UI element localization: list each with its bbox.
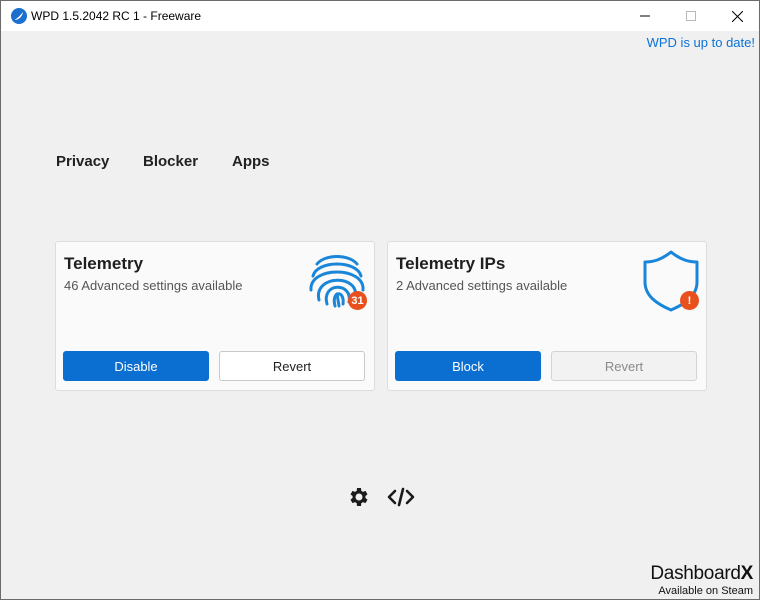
window-title: WPD 1.5.2042 RC 1 - Freeware xyxy=(31,9,202,23)
close-icon xyxy=(731,10,743,22)
nav-item-privacy[interactable]: Privacy xyxy=(56,153,109,170)
app-window: WPD 1.5.2042 RC 1 - Freeware WPD is up t… xyxy=(0,0,760,600)
code-icon[interactable] xyxy=(387,485,415,509)
nav-item-apps[interactable]: Apps xyxy=(232,153,270,170)
brand-name-part: Dashboard xyxy=(650,563,741,584)
card-subtitle[interactable]: 46 Advanced settings available xyxy=(64,278,243,293)
minimize-icon xyxy=(640,15,650,17)
maximize-icon xyxy=(686,11,696,21)
revert-button-disabled[interactable]: Revert xyxy=(551,351,697,381)
nav-item-blocker[interactable]: Blocker xyxy=(143,153,198,170)
revert-button[interactable]: Revert xyxy=(219,351,365,381)
minimize-button[interactable] xyxy=(622,1,668,31)
card-subtitle[interactable]: 2 Advanced settings available xyxy=(396,278,567,293)
disable-button[interactable]: Disable xyxy=(63,351,209,381)
telemetry-card: Telemetry 46 Advanced settings available… xyxy=(55,241,375,391)
close-button[interactable] xyxy=(714,1,759,31)
title-bar[interactable]: WPD 1.5.2042 RC 1 - Freeware xyxy=(1,1,759,31)
card-title: Telemetry xyxy=(64,254,144,273)
brand-subtitle: Available on Steam xyxy=(658,585,753,597)
settings-gear-icon[interactable] xyxy=(346,485,370,509)
telemetry-count-badge: 31 xyxy=(348,291,367,310)
block-button[interactable]: Block xyxy=(395,351,541,381)
maximize-button[interactable] xyxy=(668,1,714,31)
card-title: Telemetry IPs xyxy=(396,254,506,273)
brand-name-x: X xyxy=(740,563,754,584)
warning-badge: ! xyxy=(680,291,699,310)
wpd-app-icon xyxy=(11,8,27,24)
brand-name: DashboardX xyxy=(650,563,753,585)
telemetry-ips-card: Telemetry IPs 2 Advanced settings availa… xyxy=(387,241,707,391)
update-status-link[interactable]: WPD is up to date! xyxy=(647,35,755,50)
dashboardx-promo[interactable]: DashboardX Available on Steam xyxy=(650,563,753,598)
